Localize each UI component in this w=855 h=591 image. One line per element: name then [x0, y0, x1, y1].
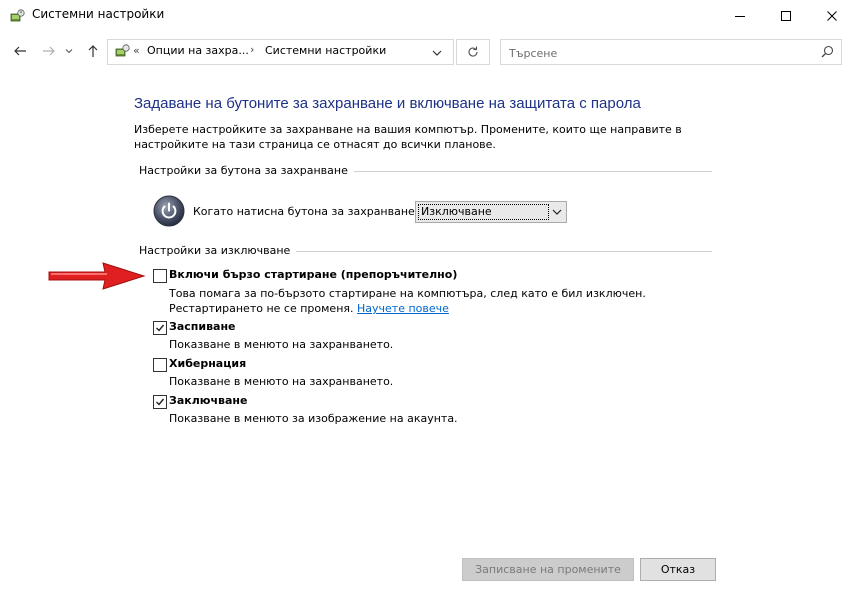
search-input[interactable]: [507, 42, 811, 64]
forward-button[interactable]: [38, 40, 60, 62]
breadcrumb-separator-icon: ›: [250, 43, 255, 56]
address-overflow[interactable]: «: [133, 44, 140, 57]
power-button-action-label: Когато натисна бутона за захранване:: [193, 205, 419, 218]
save-changes-button[interactable]: Записване на промените: [462, 558, 634, 581]
annotation-arrow-icon: [47, 261, 147, 294]
address-bar[interactable]: « Опции на захра... › Системни настройки: [107, 39, 454, 65]
maximize-icon: [781, 10, 791, 21]
fast-startup-label[interactable]: Включи бързо стартиране (препоръчително): [169, 268, 457, 281]
hibernate-description: Показване в менюто на захранването.: [169, 375, 394, 388]
search-icon[interactable]: [821, 45, 834, 61]
close-button[interactable]: [809, 0, 855, 31]
back-arrow-icon: [14, 46, 26, 56]
sleep-label[interactable]: Заспиване: [169, 320, 236, 333]
shutdown-group-label: Настройки за изключване: [139, 244, 297, 257]
checkmark-icon: [156, 398, 165, 406]
chevron-down-icon: [432, 50, 442, 56]
sleep-description: Показване в менюто на захранването.: [169, 338, 394, 351]
back-button[interactable]: [9, 40, 31, 62]
breadcrumb-system-settings[interactable]: Системни настройки: [265, 44, 386, 57]
power-button-group-label: Настройки за бутона за захранване: [139, 164, 354, 177]
cancel-button[interactable]: Отказ: [640, 558, 716, 581]
search-box[interactable]: [500, 39, 842, 65]
forward-arrow-icon: [43, 46, 55, 56]
fast-startup-checkbox[interactable]: [153, 269, 167, 283]
address-dropdown-button[interactable]: [432, 47, 442, 61]
learn-more-link[interactable]: Научете повече: [357, 302, 449, 315]
refresh-icon: [468, 46, 478, 57]
up-button[interactable]: [82, 40, 104, 62]
minimize-button[interactable]: [717, 0, 763, 31]
hibernate-checkbox[interactable]: [153, 358, 167, 372]
window-title: Системни настройки: [32, 7, 165, 21]
lock-label[interactable]: Заключване: [169, 394, 247, 407]
lock-checkbox[interactable]: [153, 395, 167, 409]
control-panel-icon: [114, 43, 130, 62]
power-button-action-select[interactable]: Изключване: [415, 201, 567, 223]
hibernate-label[interactable]: Хибернация: [169, 357, 246, 370]
refresh-button[interactable]: [456, 39, 490, 65]
power-button-icon: [153, 195, 185, 230]
power-options-icon: [9, 8, 25, 24]
maximize-button[interactable]: [763, 0, 809, 31]
fast-startup-description: Това помага за по-бързото стартиране на …: [169, 286, 714, 316]
recent-locations-button[interactable]: [62, 40, 76, 62]
up-arrow-icon: [88, 45, 98, 57]
chevron-down-icon: [552, 206, 562, 220]
page-title: Задаване на бутоните за захранване и вкл…: [134, 95, 641, 112]
lock-description: Показване в менюто за изображение на ака…: [169, 412, 458, 425]
close-icon: [827, 10, 837, 21]
breadcrumb-power-options[interactable]: Опции на захра...: [147, 44, 249, 57]
power-button-action-value: Изключване: [418, 204, 549, 220]
sleep-checkbox[interactable]: [153, 321, 167, 335]
minimize-icon: [735, 15, 745, 17]
checkmark-icon: [156, 324, 165, 332]
chevron-down-icon: [65, 49, 73, 54]
page-description: Изберете настройките за захранване на ва…: [134, 123, 682, 151]
